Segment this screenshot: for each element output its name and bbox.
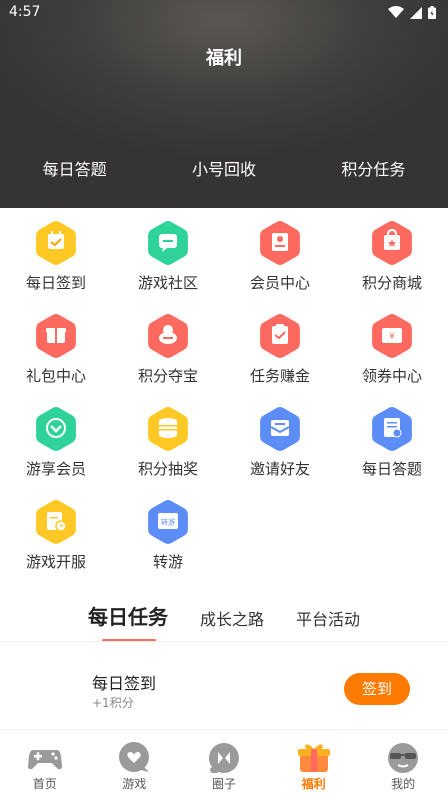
tab-growth-path[interactable]: 成长之路 xyxy=(200,598,264,630)
transfer-game-icon: 转游 xyxy=(148,500,188,544)
page-title: 福利 xyxy=(206,48,242,69)
task-reward: +1积分 xyxy=(92,696,134,710)
bottom-nav: 首页 游戏 圈子 福利 我的 xyxy=(0,729,448,796)
sign-in-button[interactable]: 签到 xyxy=(344,673,410,705)
tab-daily-task[interactable]: 每日任务 xyxy=(88,598,168,642)
grid-item-label: 积分抽奖 xyxy=(137,460,198,478)
grid-item-label: 游戏开服 xyxy=(25,553,86,571)
header: 4:57 福利 每日答题 小号回收 积分任务 xyxy=(0,0,448,208)
grid-item[interactable]: 每日签到 xyxy=(0,208,112,301)
grid-item-label: 任务赚金 xyxy=(249,367,310,385)
grid-item-label: 积分夺宝 xyxy=(137,367,198,385)
gamepad-icon xyxy=(27,750,62,770)
battery-icon xyxy=(428,6,436,19)
bottom-nav-label: 圈子 xyxy=(211,777,236,791)
grid-item[interactable]: 游享会员 xyxy=(0,394,112,487)
bottom-nav-item[interactable]: 福利 xyxy=(269,730,359,796)
task-tabs: 每日任务 成长之路 平台活动 xyxy=(0,598,448,642)
bottom-nav-label: 游戏 xyxy=(122,777,147,791)
bottom-nav-label: 首页 xyxy=(32,777,57,791)
status-time: 4:57 xyxy=(9,4,41,20)
quiz-sheet-icon xyxy=(372,407,412,451)
shop-bag-icon xyxy=(372,221,412,265)
member-card-icon xyxy=(260,221,300,265)
signal-icon xyxy=(410,6,422,19)
tab-platform-activity[interactable]: 平台活动 xyxy=(296,598,360,630)
chat-bubble-icon xyxy=(148,221,188,265)
grid-item[interactable]: 任务赚金 xyxy=(224,301,336,394)
status-icons xyxy=(388,6,436,19)
clipboard-check-icon xyxy=(260,314,300,358)
grid-item[interactable]: 积分抽奖 xyxy=(112,394,224,487)
grid-item-label: 转游 xyxy=(152,553,183,571)
bottom-nav-item[interactable]: 首页 xyxy=(0,730,90,796)
wifi-icon xyxy=(388,6,404,18)
treasure-icon xyxy=(148,314,188,358)
task-row: 每日签到 +1积分 签到 xyxy=(0,660,448,716)
grid-item-label: 积分商城 xyxy=(361,274,422,292)
grid-item[interactable]: 游戏开服 xyxy=(0,487,112,580)
grid-item[interactable]: 积分商城 xyxy=(336,208,448,301)
invite-mail-icon xyxy=(260,407,300,451)
grid-item-label: 游享会员 xyxy=(25,460,86,478)
grid-item[interactable]: 每日答题 xyxy=(336,394,448,487)
grid-item-label: 会员中心 xyxy=(249,274,310,292)
calendar-check-icon xyxy=(36,221,76,265)
task-title: 每日签到 xyxy=(92,674,157,693)
grid-item[interactable]: 会员中心 xyxy=(224,208,336,301)
circle-chat-icon xyxy=(208,743,239,773)
grid-item[interactable]: 礼包中心 xyxy=(0,301,112,394)
grid-item[interactable]: 积分夺宝 xyxy=(112,301,224,394)
header-tab-daily-quiz[interactable]: 每日答题 xyxy=(0,156,149,180)
grid-item-label: 游戏社区 xyxy=(137,274,198,292)
grid-item[interactable]: 游戏社区 xyxy=(112,208,224,301)
grid-item-label: 每日答题 xyxy=(361,460,422,478)
divider xyxy=(0,641,448,642)
gift-box-icon xyxy=(297,744,330,772)
heart-bubble-icon xyxy=(119,742,150,772)
grid-item-label: 领券中心 xyxy=(361,367,422,385)
gift-box-icon xyxy=(36,314,76,358)
header-tab-account-recycle[interactable]: 小号回收 xyxy=(149,156,298,180)
svg-text:¥: ¥ xyxy=(389,332,395,342)
status-bar: 4:57 xyxy=(0,0,448,26)
coin-stack-icon xyxy=(148,407,188,451)
vip-chevron-icon xyxy=(36,407,76,451)
grid-item[interactable]: 邀请好友 xyxy=(224,394,336,487)
bottom-nav-item[interactable]: 游戏 xyxy=(90,730,180,796)
header-tabs: 每日答题 小号回收 积分任务 xyxy=(0,156,448,180)
header-tab-points-task[interactable]: 积分任务 xyxy=(299,156,448,180)
grid-item-label: 礼包中心 xyxy=(25,367,86,385)
sunglasses-face-icon xyxy=(388,743,419,773)
grid-item-label: 每日签到 xyxy=(25,274,86,292)
grid-item[interactable]: ¥ 领券中心 xyxy=(336,301,448,394)
grid-item[interactable]: 转游 转游 xyxy=(112,487,224,580)
svg-text:转游: 转游 xyxy=(161,518,175,527)
bottom-nav-item[interactable]: 我的 xyxy=(358,730,448,796)
bottom-nav-label: 我的 xyxy=(391,777,416,791)
coupon-icon: ¥ xyxy=(372,314,412,358)
bottom-nav-item[interactable]: 圈子 xyxy=(179,730,269,796)
feature-grid: 每日签到 游戏社区 会员中心 积分商城礼包中心 积分夺宝 任务赚金 ¥ 领券中心游享会员 积分抽… xyxy=(0,208,448,580)
bottom-nav-label: 福利 xyxy=(301,777,326,791)
grid-item-label: 邀请好友 xyxy=(249,460,310,478)
server-clock-icon xyxy=(36,500,76,544)
